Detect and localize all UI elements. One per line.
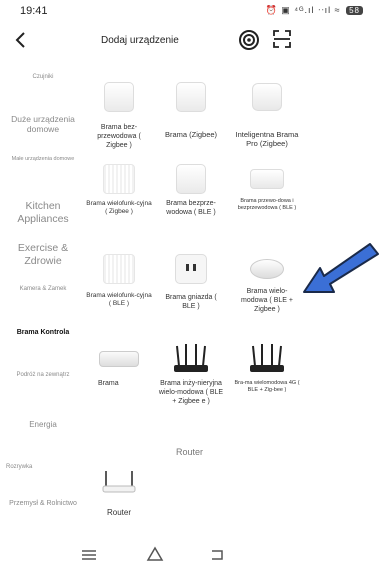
category-industry-agriculture[interactable]: Przemysł & Rolnictwo (0, 500, 86, 508)
category-large-appliances[interactable]: Duże urządzenia domowe (0, 114, 86, 134)
mini-hub-icon (99, 351, 139, 367)
puck-gateway-icon (250, 259, 284, 279)
gateway-box-icon (176, 164, 206, 194)
device-label: Brama (98, 380, 119, 387)
system-back-button[interactable] (206, 546, 228, 562)
category-entertainment[interactable]: Rozrywka (0, 464, 86, 471)
qr-scan-icon (273, 30, 291, 48)
device-tile[interactable]: Brama wielofunk-cyjna ( Zigbee ) (86, 160, 152, 240)
scan-radar-icon (239, 30, 259, 50)
socket-icon (175, 254, 207, 284)
category-travel-outdoor[interactable]: Podróż na zewnątrz (0, 372, 86, 379)
gateway-hub-icon (252, 83, 282, 111)
device-label: Inteligentna Brama Pro (Zigbee) (235, 130, 299, 149)
category-energy[interactable]: Energia (0, 420, 86, 430)
device-tile[interactable]: Brama (86, 340, 152, 430)
status-icons: ⏰ ▣ ⁴ᴳ.ıl ᐧᐧıl ≈ 58 (265, 5, 363, 16)
chevron-left-icon (15, 32, 25, 48)
router-icon (102, 471, 136, 493)
speaker-gateway-icon (103, 164, 135, 194)
category-exercise[interactable]: Exercise & Zdrowie (0, 242, 86, 267)
section-title-router: Router (176, 447, 204, 457)
device-label: Brama (Zigbee) (164, 130, 218, 139)
device-tile[interactable]: Brama inży-nieryjna wielo-modowa ( BLE +… (158, 340, 224, 430)
category-sensors[interactable]: Czujniki (0, 74, 86, 81)
device-tile[interactable]: Brama bezprze-wodowa ( BLE ) (158, 160, 224, 240)
device-tile[interactable]: Inteligentna Brama Pro (Zigbee) (234, 78, 300, 158)
status-bar: 19:41 ⏰ ▣ ⁴ᴳ.ıl ᐧᐧıl ≈ 58 (0, 0, 381, 22)
device-tile[interactable]: Brama przewo-dowa i bezprzewodowa ( BLE … (234, 160, 300, 240)
device-label: Bra-ma wielomodowa 4G ( BLE + Zig-bee ) (234, 380, 300, 393)
device-label: Brama gniazda ( BLE ) (165, 294, 217, 310)
menu-button[interactable] (78, 546, 100, 562)
home-icon (146, 546, 164, 561)
qr-scan-button[interactable] (272, 29, 292, 49)
device-tile[interactable]: Brama wielo-modowa ( BLE + Zigbee ) (234, 250, 300, 330)
auto-scan-button[interactable] (238, 29, 260, 51)
back-icon (212, 550, 223, 560)
device-label: Brama inży-nieryjna wielo-modowa ( BLE +… (158, 380, 224, 405)
device-tile[interactable]: Brama wielofunk-cyjna ( BLE ) (86, 250, 152, 330)
menu-icon (82, 550, 96, 560)
category-kitchen[interactable]: Kitchen Appliances (0, 200, 86, 225)
page-title: Dodaj urządzenie (101, 35, 179, 46)
device-label: Brama bez-przewodowa ( Zigbee ) (97, 124, 141, 149)
arrow-annotation-icon (303, 243, 379, 293)
device-tile[interactable]: Router (86, 464, 152, 524)
category-gateway-control[interactable]: Brama Kontrola (0, 329, 86, 337)
status-indicators: ⏰ ▣ ⁴ᴳ.ıl ᐧᐧıl ≈ (265, 5, 341, 15)
battery-icon: 58 (346, 6, 363, 15)
category-sidebar: Czujniki Duże urządzenia domowe Małe urz… (0, 64, 86, 534)
device-tile[interactable]: Bra-ma wielomodowa 4G ( BLE + Zig-bee ) (234, 340, 300, 430)
router-icon (174, 344, 208, 372)
device-label: Brama wielofunk-cyjna ( Zigbee ) (86, 200, 152, 216)
device-label: Brama przewo-dowa i bezprzewodowa ( BLE … (237, 198, 297, 211)
category-camera-lock[interactable]: Kamera & Zamek (0, 286, 86, 293)
gateway-box-icon (104, 82, 134, 112)
device-label: Brama wielo-modowa ( BLE + Zigbee ) (241, 288, 293, 313)
system-nav-bar (0, 540, 381, 566)
device-tile[interactable]: Brama (Zigbee) (158, 78, 224, 158)
gateway-box-icon (176, 82, 206, 112)
device-label: Router (106, 508, 131, 517)
router-icon (250, 344, 284, 372)
device-tile[interactable]: Brama bez-przewodowa ( Zigbee ) (86, 78, 152, 158)
back-button[interactable] (10, 28, 32, 52)
speaker-gateway-icon (103, 254, 135, 284)
device-tile[interactable]: Brama gniazda ( BLE ) (158, 250, 224, 330)
status-time: 19:41 (20, 5, 48, 17)
device-label: Brama bezprze-wodowa ( BLE ) (166, 200, 216, 216)
gateway-flat-icon (250, 169, 284, 189)
category-small-appliances[interactable]: Małe urządzenia domowe (0, 156, 86, 163)
home-button[interactable] (144, 546, 166, 562)
device-label: Brama wielofunk-cyjna ( BLE ) (86, 292, 152, 308)
app-header: Dodaj urządzenie (0, 24, 381, 60)
